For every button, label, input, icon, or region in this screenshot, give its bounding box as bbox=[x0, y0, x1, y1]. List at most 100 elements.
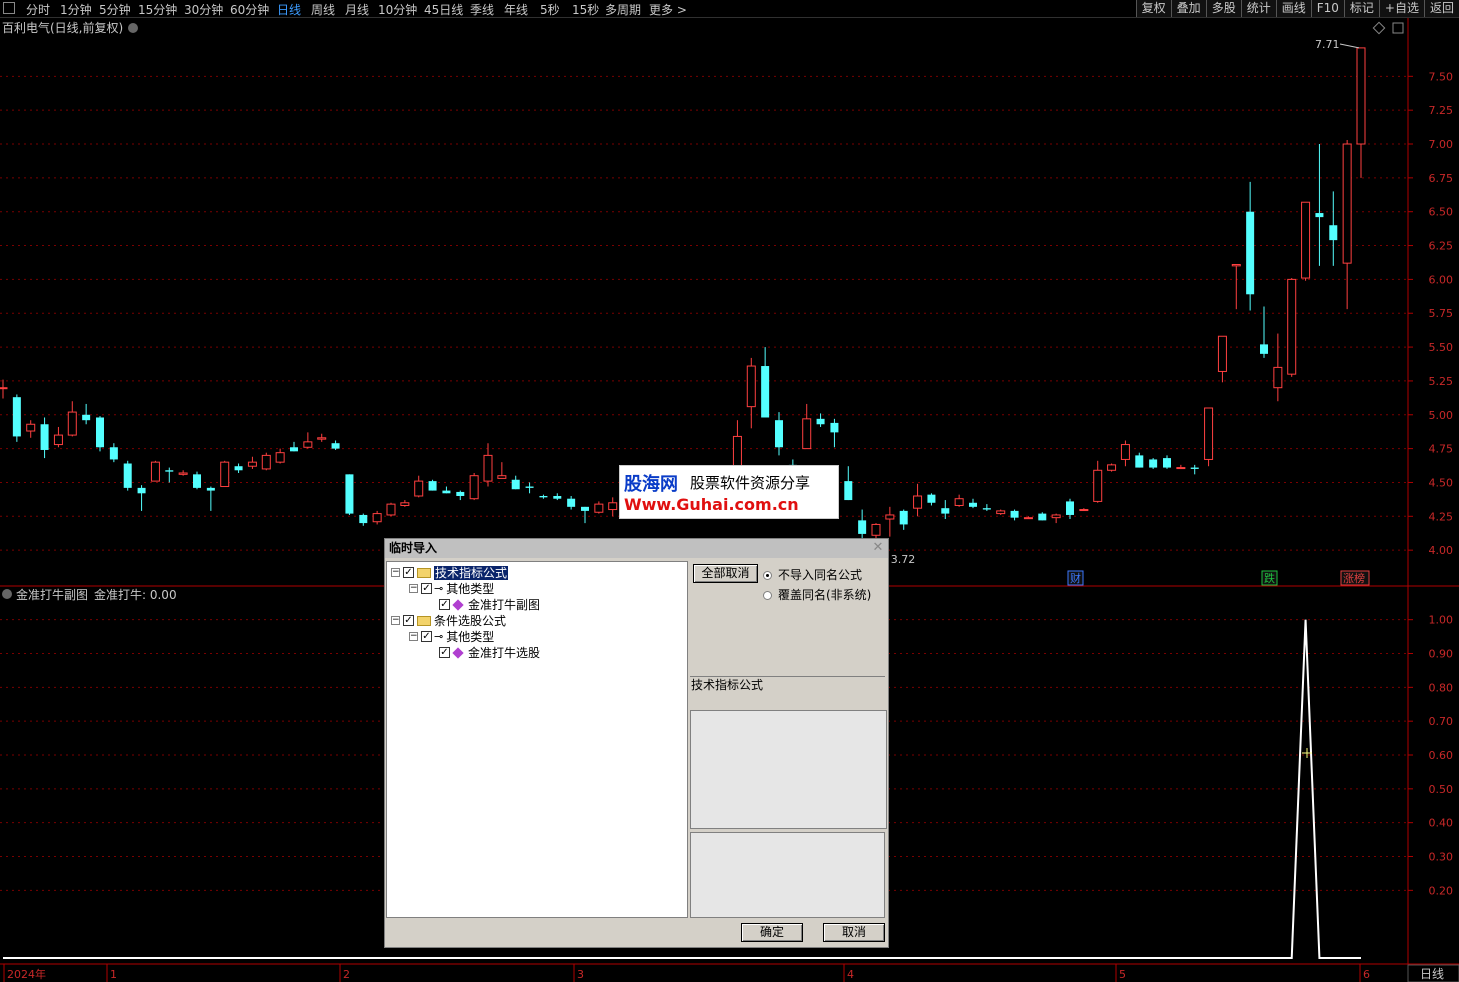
tree-node-2[interactable]: ✓ 金准打牛副图 bbox=[427, 596, 540, 612]
candle-body-down bbox=[969, 502, 977, 507]
watermark-url: Www.Guhai.com.cn bbox=[624, 495, 799, 514]
candle-body-down bbox=[858, 520, 867, 534]
candle-body-up bbox=[746, 365, 756, 408]
collapse-icon[interactable]: − bbox=[409, 584, 418, 593]
candle-body-up bbox=[1051, 514, 1061, 519]
checkbox[interactable]: ✓ bbox=[421, 583, 432, 594]
cancel-button[interactable]: 取消 bbox=[823, 923, 885, 942]
candle-body-down bbox=[82, 414, 91, 421]
checkbox[interactable]: ✓ bbox=[421, 631, 432, 642]
indicator-tick-label: 0.70 bbox=[1429, 715, 1454, 728]
candle-body-up bbox=[913, 495, 923, 509]
candle-body-down bbox=[1190, 467, 1199, 469]
collapse-icon[interactable]: − bbox=[391, 616, 400, 625]
tree-node-4[interactable]: − ✓ ⊸ 其他类型 bbox=[409, 628, 494, 644]
indicator-tick-label: 0.80 bbox=[1429, 681, 1454, 694]
candle-body-down bbox=[539, 496, 548, 498]
formula-tree[interactable]: − ✓ 技术指标公式 − ✓ ⊸ 其他类型 ✓ 金准打牛副图 − ✓ 条件选股公式 − ✓ ⊸ 其他类型 ✓ 金准… bbox=[386, 561, 688, 918]
price-tick-label: 6.50 bbox=[1429, 206, 1454, 219]
candle-body-up bbox=[400, 502, 410, 506]
watermark-logo: 股海网 股票软件资源分享 Www.Guhai.com.cn bbox=[619, 465, 839, 519]
indicator-tick-label: 0.50 bbox=[1429, 783, 1454, 796]
radio-dot-selected bbox=[763, 571, 772, 580]
badge-label: 跌 bbox=[1264, 571, 1275, 585]
candle-body-down bbox=[193, 474, 201, 488]
radio-overwrite[interactable]: 覆盖同名(非系统) bbox=[763, 586, 871, 603]
indicator-tick-label: 1.00 bbox=[1429, 614, 1454, 627]
tree-node-5[interactable]: ✓ 金准打牛选股 bbox=[427, 644, 540, 660]
candle-body-up bbox=[372, 513, 382, 523]
price-tick-label: 6.25 bbox=[1429, 240, 1454, 253]
candle-body-down bbox=[1163, 458, 1171, 468]
tree-node-label: 金准打牛选股 bbox=[468, 645, 541, 660]
price-tick-label: 5.50 bbox=[1429, 341, 1454, 354]
radio-no-import[interactable]: 不导入同名公式 bbox=[763, 566, 862, 583]
checkbox[interactable]: ✓ bbox=[439, 599, 450, 610]
candle-body-down bbox=[525, 486, 534, 488]
indicator-dropdown-icon[interactable] bbox=[2, 589, 12, 599]
price-tick-label: 5.75 bbox=[1429, 307, 1454, 320]
candle-body-up bbox=[275, 452, 285, 463]
candle-body-up bbox=[1204, 407, 1214, 460]
formula-icon bbox=[452, 646, 464, 659]
price-tick-label: 4.25 bbox=[1429, 510, 1454, 523]
panel-toggle-icon[interactable] bbox=[1392, 22, 1404, 34]
formula-icon bbox=[452, 598, 464, 611]
tree-node-0[interactable]: − ✓ 技术指标公式 bbox=[391, 564, 509, 580]
tree-node-label: 其他类型 bbox=[446, 629, 495, 644]
tree-node-1[interactable]: − ✓ ⊸ 其他类型 bbox=[409, 580, 494, 596]
candle-body-down bbox=[456, 491, 465, 497]
candle-body-up bbox=[414, 480, 424, 497]
candle-body-up bbox=[26, 423, 36, 432]
candle-body-up bbox=[178, 472, 188, 475]
tree-node-label: 其他类型 bbox=[446, 581, 495, 596]
candle-body-up bbox=[317, 437, 327, 440]
dropdown-icon[interactable] bbox=[128, 23, 138, 33]
dialog-title: 临时导入 bbox=[385, 539, 888, 558]
checkbox[interactable]: ✓ bbox=[439, 647, 450, 658]
candle-body-up bbox=[483, 454, 493, 482]
checkbox[interactable]: ✓ bbox=[403, 567, 414, 578]
collapse-icon[interactable]: − bbox=[391, 568, 400, 577]
candle-body-down bbox=[830, 422, 839, 433]
radio-dot bbox=[763, 591, 772, 600]
indicator-value: 金准打牛: 0.00 bbox=[94, 587, 177, 602]
candle-body-down bbox=[1066, 501, 1074, 515]
indicator-title: 金准打牛副图 bbox=[16, 587, 88, 602]
tree-node-3[interactable]: − ✓ 条件选股公式 bbox=[391, 612, 506, 628]
badge-label: 财 bbox=[1070, 571, 1081, 585]
radio-no-import-label: 不导入同名公式 bbox=[778, 568, 863, 582]
candle-body-down bbox=[844, 481, 853, 501]
close-icon[interactable]: ✕ bbox=[872, 541, 884, 554]
candle-body-up bbox=[1273, 366, 1283, 389]
candle-body-down bbox=[511, 479, 520, 490]
candle-body-up bbox=[594, 503, 604, 513]
candle-body-down bbox=[1260, 344, 1268, 354]
diamond-icon[interactable] bbox=[1372, 21, 1386, 35]
candle-body-up bbox=[67, 411, 77, 436]
candle-body-up bbox=[1107, 464, 1117, 471]
description-panel bbox=[690, 710, 887, 829]
candle-body-up bbox=[150, 461, 160, 482]
ok-button[interactable]: 确定 bbox=[741, 923, 803, 942]
candle-body-down bbox=[1246, 211, 1255, 295]
tree-node-label: 条件选股公式 bbox=[434, 613, 507, 628]
collapse-icon[interactable]: − bbox=[409, 632, 418, 641]
indicator-tick-label: 0.90 bbox=[1429, 648, 1454, 661]
cancel-all-button[interactable]: 全部取消 bbox=[693, 564, 758, 583]
candle-body-up bbox=[247, 461, 257, 467]
checkbox[interactable]: ✓ bbox=[403, 615, 414, 626]
candle-body-up bbox=[996, 510, 1006, 515]
candle-body-up bbox=[1217, 335, 1227, 372]
folder-icon bbox=[417, 567, 431, 578]
candle-body-down bbox=[345, 474, 354, 514]
candle-body-down bbox=[331, 443, 340, 449]
candle-body-down bbox=[1010, 510, 1019, 518]
candle-body-up bbox=[871, 523, 881, 536]
candle-body-down bbox=[927, 494, 936, 503]
candle-body-up bbox=[885, 514, 895, 520]
indicator-tick-label: 0.40 bbox=[1429, 817, 1454, 830]
time-label: 2 bbox=[343, 968, 350, 981]
time-label: 6 bbox=[1363, 968, 1370, 981]
candle-body-down bbox=[109, 447, 118, 460]
